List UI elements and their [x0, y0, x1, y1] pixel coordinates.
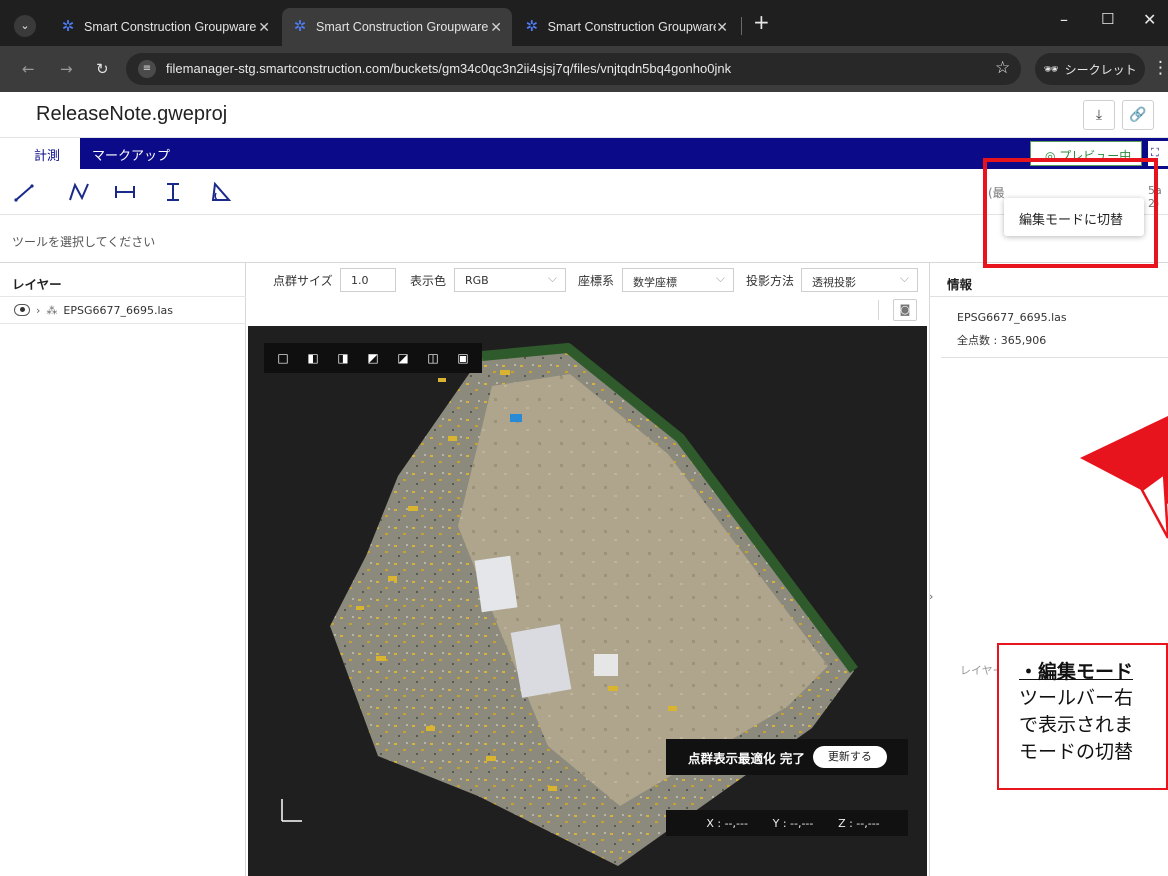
view-cube-left-icon[interactable]: ◩ — [366, 351, 380, 365]
projection-select[interactable]: 透視投影 ⌵ — [801, 268, 918, 292]
vertical-distance-icon[interactable] — [160, 180, 186, 204]
divider — [929, 296, 1168, 297]
highlight-box — [983, 158, 1158, 268]
close-icon[interactable]: ✕ — [716, 19, 728, 36]
polyline-tool-icon[interactable] — [66, 180, 92, 204]
coord-label: 座標系 — [578, 274, 615, 288]
divider — [941, 357, 1168, 358]
optimize-status: 点群表示最適化 完了 更新する — [666, 739, 908, 775]
horizontal-distance-icon[interactable] — [112, 180, 138, 204]
layer-panel-title: レイヤー — [12, 277, 62, 292]
point-cloud-viewport[interactable] — [248, 326, 927, 876]
chevron-down-icon: ⌵ — [715, 271, 725, 285]
new-tab-icon[interactable]: + — [753, 10, 770, 34]
info-panel-title: 情報 — [947, 277, 973, 292]
point-cloud-image — [330, 343, 858, 866]
incognito-icon: 🕶 — [1043, 62, 1059, 76]
minimize-icon[interactable]: – — [1060, 10, 1068, 29]
file-title: ReleaseNote.gweproj — [36, 103, 228, 125]
browser-tab-3[interactable]: ✲ Smart Construction Groupware ✕ — [514, 8, 738, 46]
window-close-icon[interactable]: ✕ — [1143, 10, 1156, 29]
callout-text: で表示されま — [1019, 714, 1134, 736]
tab-title: Smart Construction Groupware — [316, 20, 489, 34]
view-cube-front-icon[interactable]: ◨ — [336, 351, 350, 365]
layer-name: EPSG6677_6695.las — [63, 303, 174, 317]
axis-gizmo-icon — [281, 799, 302, 822]
tab-title: Smart Construction Groupware — [547, 20, 717, 34]
view-frame-icon[interactable]: □ — [276, 351, 290, 365]
app-favicon-icon: ✲ — [525, 18, 539, 35]
bookmark-star-icon[interactable]: ☆ — [995, 58, 1010, 78]
view-preset-toolbar: □ ◧ ◨ ◩ ◪ ◫ ▣ — [264, 343, 482, 373]
tab-search-icon[interactable]: ⌄ — [14, 15, 36, 37]
info-point-count: 全点数 : 365,906 — [957, 334, 1047, 347]
callout-text: モードの切替 — [1019, 741, 1134, 763]
chevron-right-icon[interactable]: › — [36, 304, 40, 317]
line-tool-icon[interactable] — [12, 180, 38, 204]
reload-icon[interactable]: ↻ — [96, 60, 109, 78]
app-favicon-icon: ✲ — [61, 18, 75, 35]
divider — [878, 300, 879, 320]
view-cube-top-icon[interactable]: ◧ — [306, 351, 320, 365]
close-icon[interactable]: ✕ — [258, 19, 270, 36]
browser-tab-1[interactable]: ✲ Smart Construction Groupware ✕ — [50, 8, 280, 46]
info-file-name: EPSG6677_6695.las — [957, 311, 1067, 324]
tab-markup[interactable]: マークアップ — [92, 145, 170, 164]
coordinate-readout: X : --,--- Y : --,--- Z : --,--- — [666, 810, 908, 836]
screenshot-icon[interactable]: ◙ — [893, 299, 917, 321]
point-size-input[interactable]: 1.0 — [340, 268, 396, 292]
incognito-badge[interactable]: 🕶 シークレット — [1035, 53, 1145, 85]
tab-separator — [741, 17, 742, 35]
eye-icon[interactable] — [14, 304, 30, 316]
update-button[interactable]: 更新する — [812, 746, 887, 768]
color-select[interactable]: RGB ⌵ — [454, 268, 566, 292]
app-favicon-icon: ✲ — [293, 18, 307, 35]
callout-arrow-icon — [1080, 416, 1168, 539]
link-icon[interactable]: 🔗 — [1122, 100, 1154, 130]
forward-icon[interactable]: → — [60, 60, 73, 78]
url-text[interactable]: filemanager-stg.smartconstruction.com/bu… — [166, 61, 731, 76]
site-info-icon[interactable]: ≡ — [138, 60, 156, 78]
status-text: ツールを選択してください — [12, 235, 156, 249]
color-label: 表示色 — [410, 274, 447, 288]
callout-text: ツールバー右 — [1019, 687, 1134, 709]
callout-title: ・編集モード — [1019, 661, 1134, 683]
collapse-panel-icon[interactable]: › — [929, 590, 941, 614]
coord-select[interactable]: 数学座標 ⌵ — [622, 268, 734, 292]
annotation-callout: ・編集モード ツールバー右 で表示されま モードの切替 — [997, 643, 1168, 790]
chevron-down-icon: ⌵ — [899, 271, 909, 285]
close-icon[interactable]: ✕ — [490, 19, 502, 36]
download-icon[interactable]: ⤓ — [1083, 100, 1115, 130]
layer-panel — [0, 263, 246, 876]
tab-measure[interactable]: 計測 — [0, 138, 80, 169]
layer-item[interactable]: › ⁂ EPSG6677_6695.las — [0, 296, 246, 324]
area-tool-icon[interactable] — [208, 180, 234, 204]
view-cube-right-icon[interactable]: ◪ — [396, 351, 410, 365]
maximize-icon[interactable]: ☐ — [1101, 10, 1114, 28]
view-cube-bottom-icon[interactable]: ▣ — [456, 351, 470, 365]
back-icon[interactable]: ← — [22, 60, 35, 78]
chevron-down-icon: ⌵ — [547, 271, 557, 285]
tab-title: Smart Construction Groupware — [84, 20, 257, 34]
browser-menu-icon[interactable]: ⋮ — [1152, 58, 1168, 78]
view-cube-back-icon[interactable]: ◫ — [426, 351, 440, 365]
projection-label: 投影方法 — [746, 274, 795, 288]
point-size-label: 点群サイズ — [273, 274, 333, 288]
browser-tab-2[interactable]: ✲ Smart Construction Groupware ✕ — [282, 8, 512, 46]
point-cloud-icon: ⁂ — [46, 303, 58, 317]
